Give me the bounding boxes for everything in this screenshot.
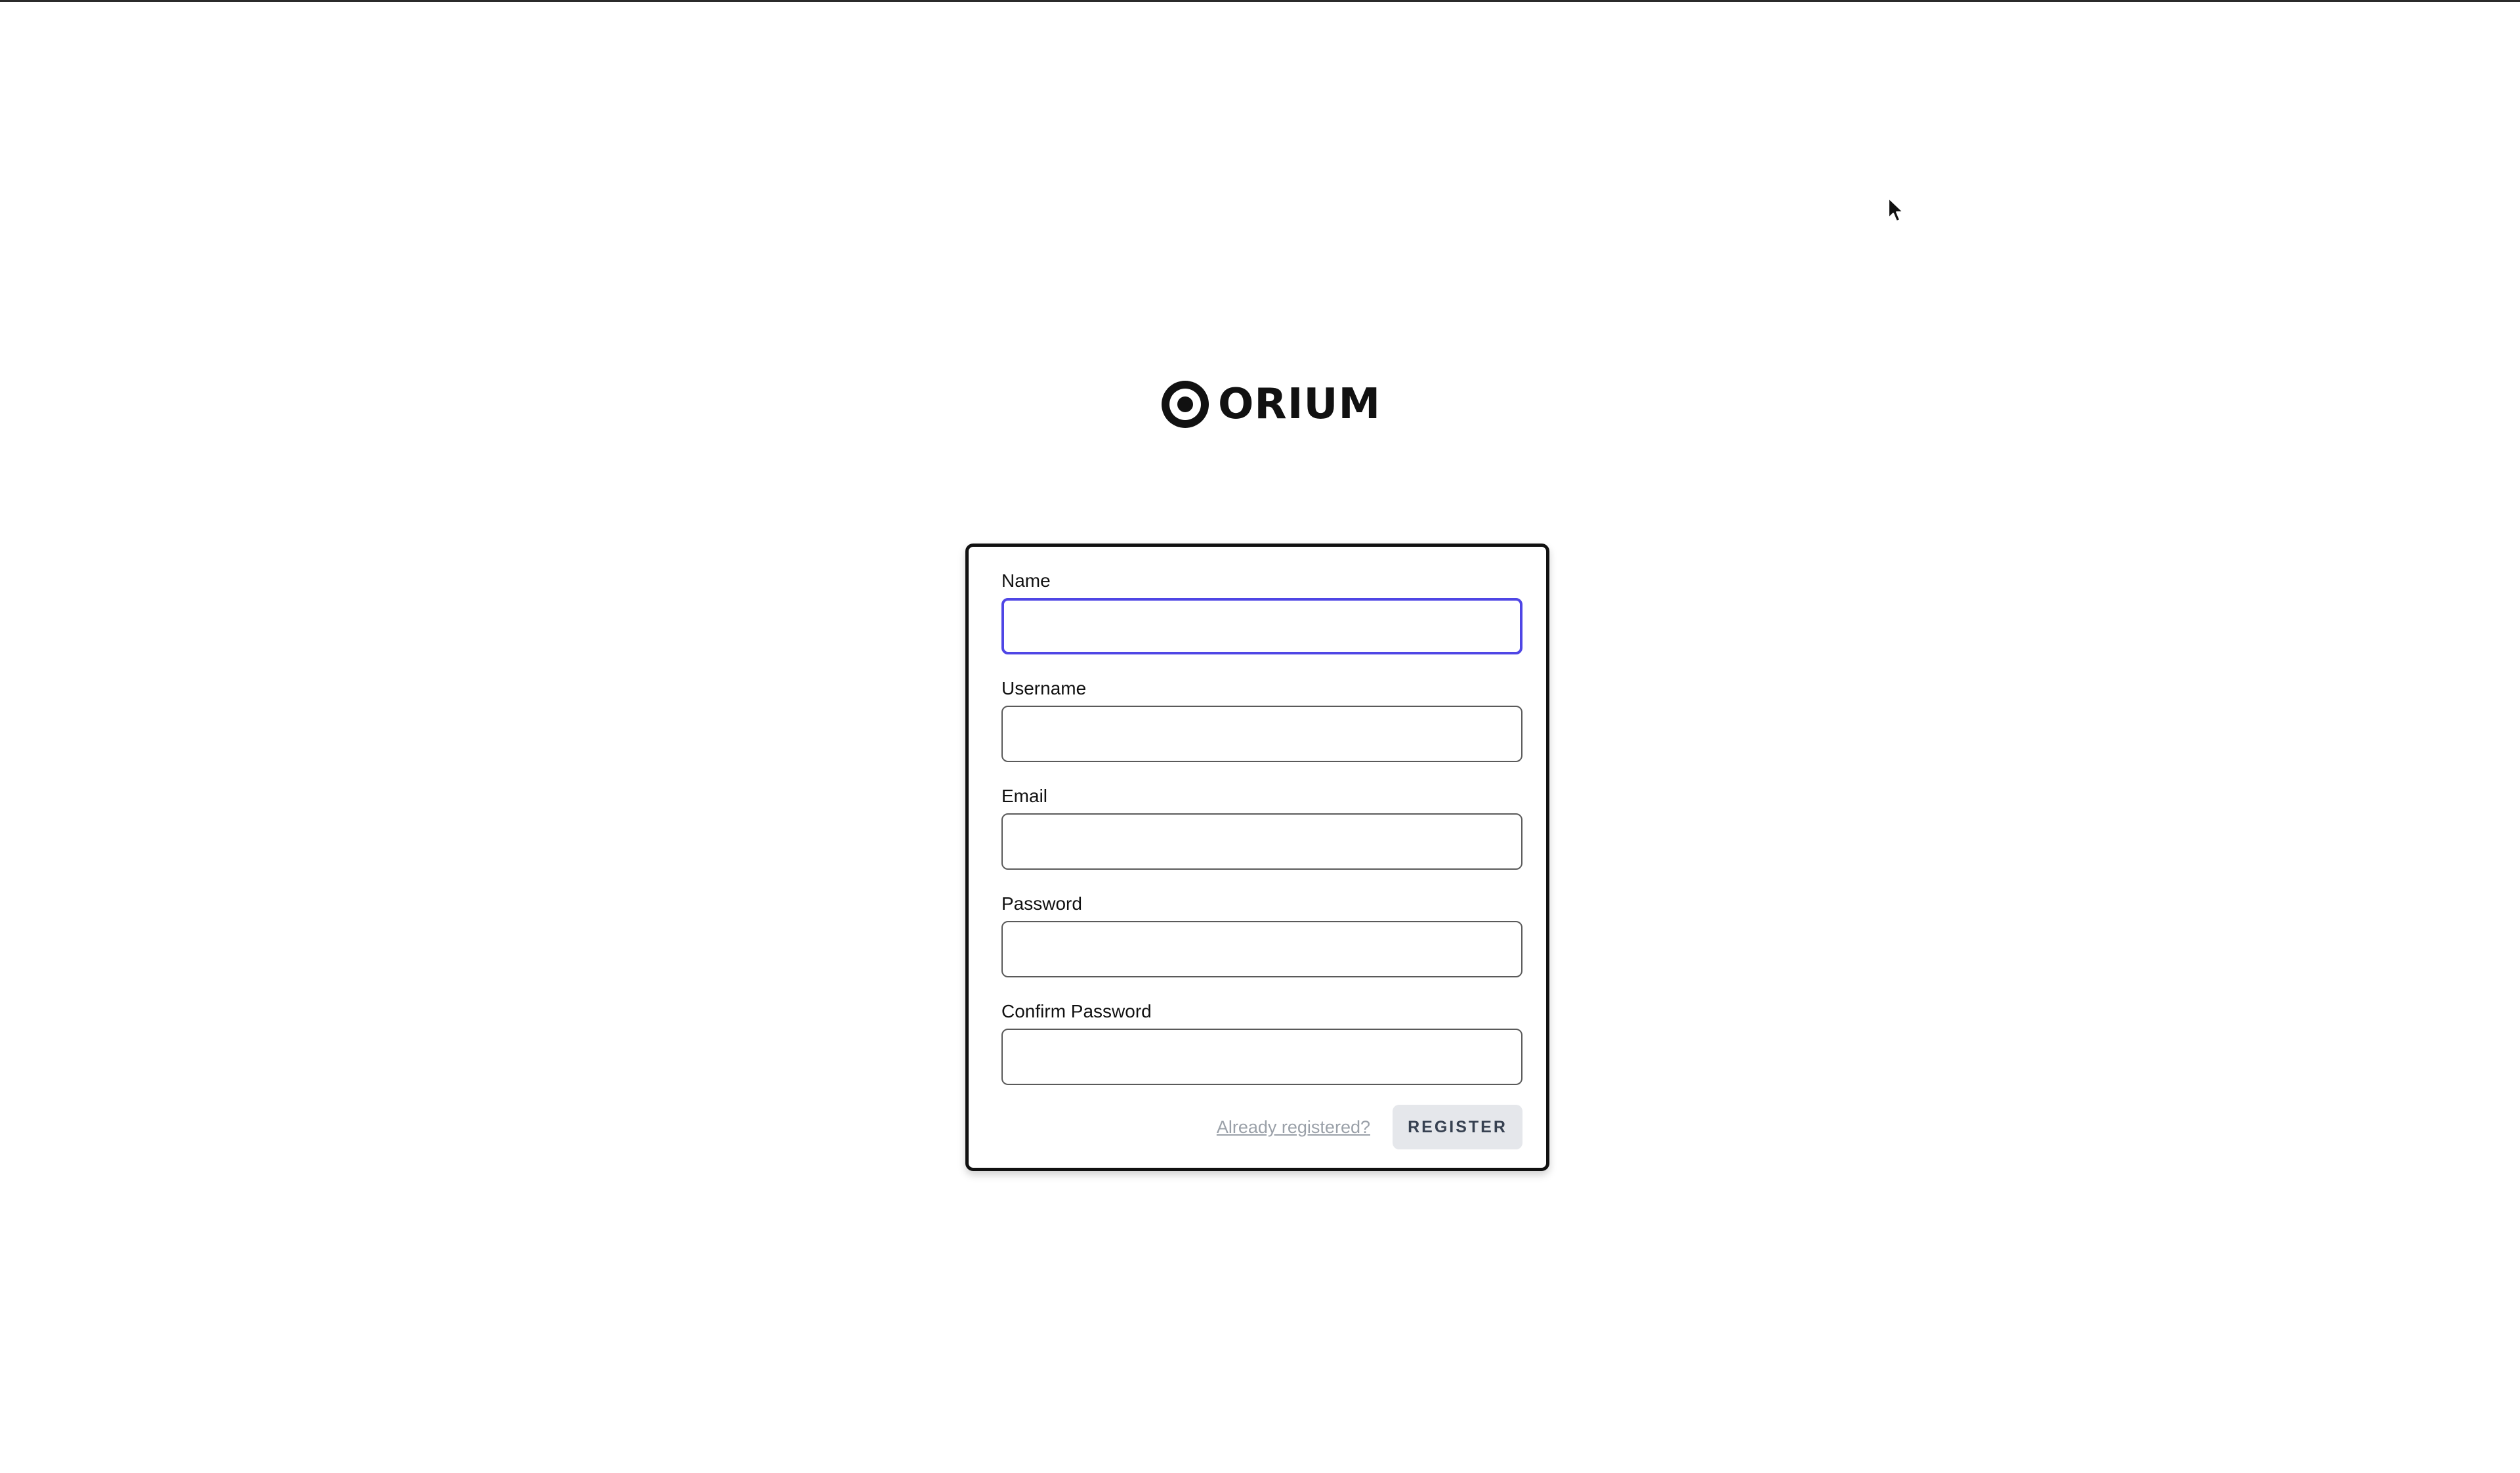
username-field-group: Username <box>1001 675 1522 762</box>
password-field-group: Password <box>1001 891 1522 977</box>
username-label: Username <box>1001 678 1087 698</box>
brand-logo: ORIUM <box>1162 379 1381 429</box>
form-actions: Already registered? REGISTER <box>1001 1105 1522 1149</box>
already-registered-link[interactable]: Already registered? <box>1217 1117 1370 1138</box>
name-field-group: Name <box>1001 568 1522 654</box>
register-button[interactable]: REGISTER <box>1393 1105 1522 1149</box>
orium-logo-icon <box>1162 381 1209 428</box>
confirm-password-label: Confirm Password <box>1001 1001 1152 1021</box>
password-input[interactable] <box>1001 921 1522 977</box>
mouse-cursor-icon <box>1888 198 1904 222</box>
name-label: Name <box>1001 570 1051 591</box>
password-label: Password <box>1001 893 1082 914</box>
register-form: Name Username Email Password Confirm Pas… <box>965 544 1549 1171</box>
brand-name: ORIUM <box>1218 380 1381 429</box>
name-input[interactable] <box>1001 598 1522 654</box>
confirm-password-field-group: Confirm Password <box>1001 998 1522 1085</box>
email-label: Email <box>1001 786 1048 806</box>
email-field-group: Email <box>1001 783 1522 870</box>
email-input[interactable] <box>1001 813 1522 870</box>
username-input[interactable] <box>1001 706 1522 762</box>
confirm-password-input[interactable] <box>1001 1029 1522 1085</box>
register-page: ORIUM Name Username Email Password Confi… <box>0 0 2520 1473</box>
